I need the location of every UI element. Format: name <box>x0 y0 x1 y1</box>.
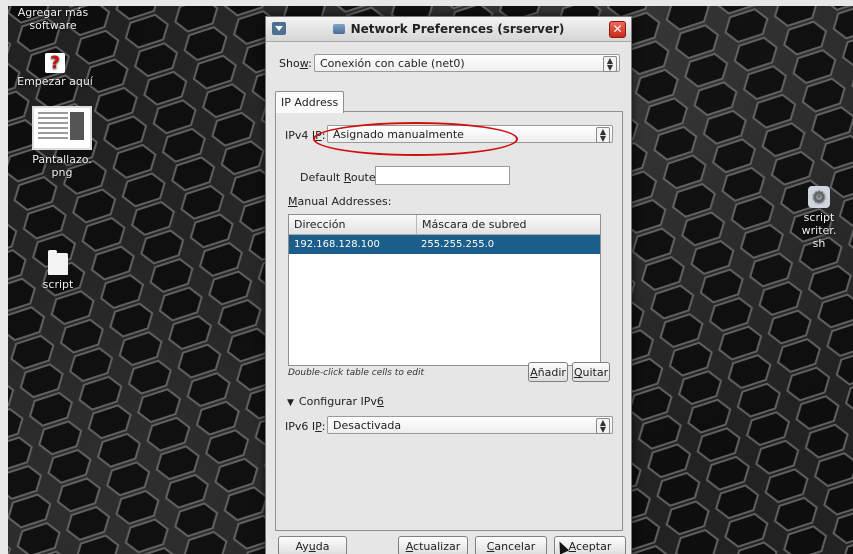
left-panel-edge <box>0 0 8 554</box>
desktop-icon-label: Empezar aquí <box>17 75 93 88</box>
ipv4-label: IPv4 IP: <box>285 129 326 142</box>
update-button[interactable]: Actualizar <box>398 536 468 554</box>
select-arrows-icon: ▲ ▼ <box>603 56 617 72</box>
desktop-icon-label: png <box>51 166 73 179</box>
file-icon <box>48 250 68 275</box>
add-button[interactable]: Añadir <box>528 362 568 382</box>
ipv6-label: IPv6 IP: <box>285 420 326 433</box>
select-arrows-icon: ▲ ▼ <box>596 127 610 143</box>
desktop-icon-label: script <box>42 278 74 291</box>
cell-netmask[interactable]: 255.255.255.0 <box>416 235 494 254</box>
top-panel-edge <box>0 0 853 6</box>
show-connection-value: Conexión con cable (net0) <box>320 57 465 70</box>
remove-button[interactable]: Quitar <box>572 362 610 382</box>
default-route-label: Default Route: <box>300 171 380 184</box>
ipv6-method-select[interactable]: Desactivada ▲ ▼ <box>327 416 613 434</box>
column-header-netmask[interactable]: Máscara de subred <box>416 215 600 234</box>
desktop-icon-screenshot[interactable]: Pantallazo. png <box>22 106 102 179</box>
title-bar[interactable]: Network Preferences (srserver) ✕ <box>266 17 631 42</box>
desktop-icon-script-writer[interactable]: ⚙ script writer. sh <box>785 186 853 250</box>
select-arrows-icon: ▲ ▼ <box>596 418 610 434</box>
show-label: Show: <box>279 57 312 70</box>
network-icon <box>332 24 345 34</box>
desktop-icon-software[interactable]: Agregar más software <box>14 6 92 32</box>
manual-addresses-label: Manual Addresses: <box>288 195 392 208</box>
table-row[interactable]: 192.168.128.100 255.255.255.0 <box>289 235 600 254</box>
table-hint: Double-click table cells to edit <box>288 368 424 378</box>
script-file-icon: ⚙ <box>808 186 830 208</box>
table-header: Dirección Máscara de subred <box>289 215 600 235</box>
ipv6-expander[interactable]: ▼ Configurar IPv6 <box>287 395 384 408</box>
desktop-background: Agregar más software ? Empezar aquí Pant… <box>0 0 853 554</box>
desktop-icon-label: Pantallazo. <box>32 153 92 166</box>
ipv4-method-value: Asignado manualmente <box>333 128 464 141</box>
help-button[interactable]: Ayuda <box>278 536 347 554</box>
cell-address[interactable]: 192.168.128.100 <box>289 235 380 254</box>
desktop-icon-start-here[interactable]: ? Empezar aquí <box>14 53 96 88</box>
triangle-down-icon: ▼ <box>287 398 294 408</box>
desktop-icon-label: sh <box>812 237 826 250</box>
window-title-text: Network Preferences (srserver) <box>350 22 565 36</box>
window-title: Network Preferences (srserver) <box>266 22 631 36</box>
ipv4-method-select[interactable]: Asignado manualmente ▲ ▼ <box>327 125 613 143</box>
desktop-icon-label: software <box>29 19 77 32</box>
manual-addresses-table[interactable]: Dirección Máscara de subred 192.168.128.… <box>288 214 601 366</box>
desktop-icon-script[interactable]: script <box>36 250 80 291</box>
ipv6-method-value: Desactivada <box>333 419 402 432</box>
desktop-icon-label: Agregar más <box>17 6 89 19</box>
tab-ip-address[interactable]: IP Address <box>275 91 345 113</box>
network-preferences-window: Network Preferences (srserver) ✕ Show: C… <box>265 16 632 554</box>
desktop-icon-label: script writer. <box>801 211 837 237</box>
question-icon: ? <box>45 53 65 73</box>
image-thumbnail-icon <box>32 106 92 150</box>
close-icon[interactable]: ✕ <box>609 21 626 38</box>
default-route-input[interactable] <box>375 166 510 185</box>
show-connection-select[interactable]: Conexión con cable (net0) ▲ ▼ <box>314 54 620 72</box>
column-header-address[interactable]: Dirección <box>289 215 418 234</box>
cancel-button[interactable]: Cancelar <box>475 536 547 554</box>
